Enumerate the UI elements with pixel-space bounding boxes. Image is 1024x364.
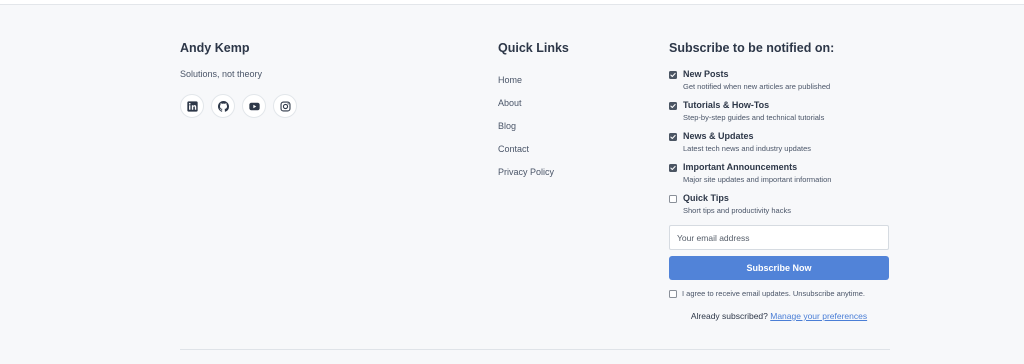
option-label: News & Updates [683,131,754,141]
email-field[interactable] [669,225,889,250]
quick-tips-checkbox[interactable] [669,195,677,203]
option-description: Step-by-step guides and technical tutori… [683,113,825,122]
list-item: Privacy Policy [498,162,648,185]
new-posts-checkbox[interactable] [669,71,677,79]
option-description: Latest tech news and industry updates [683,144,811,153]
brand-name: Andy Kemp [180,41,250,55]
quick-links-list: Home About Blog Contact Privacy Policy [498,70,648,185]
quick-links-title: Quick Links [498,41,569,55]
subscribe-button[interactable]: Subscribe Now [669,256,889,280]
already-subscribed: Already subscribed? Manage your preferen… [669,311,889,321]
option-label: Important Announcements [683,162,798,172]
consent-text: I agree to receive email updates. Unsubs… [682,289,866,298]
subscription-options: New Posts Get notified when new articles… [669,69,889,224]
github-link[interactable] [211,94,235,118]
option-announcements: Important Announcements Major site updat… [669,162,889,193]
checkmark-icon [670,72,676,78]
checkmark-icon [670,103,676,109]
already-subscribed-text: Already subscribed? [690,311,768,321]
consent-checkbox[interactable] [669,290,677,298]
about-link[interactable]: About [498,98,522,108]
checkmark-icon [670,165,676,171]
option-new-posts: New Posts Get notified when new articles… [669,69,889,100]
linkedin-icon [186,100,198,112]
blog-link[interactable]: Blog [498,121,516,131]
privacy-policy-link[interactable]: Privacy Policy [498,167,554,177]
option-tutorials: Tutorials & How-Tos Step-by-step guides … [669,100,889,131]
option-description: Get notified when new articles are publi… [683,82,831,91]
option-news-updates: News & Updates Latest tech news and indu… [669,131,889,162]
option-label: Tutorials & How-Tos [683,100,770,110]
list-item: About [498,93,648,116]
brand-tagline: Solutions, not theory [180,69,263,79]
home-link[interactable]: Home [498,75,522,85]
linkedin-link[interactable] [180,94,204,118]
list-item: Blog [498,116,648,139]
youtube-icon [248,102,260,110]
news-updates-checkbox[interactable] [669,133,677,141]
social-links [180,94,430,118]
youtube-link[interactable] [242,94,266,118]
contact-link[interactable]: Contact [498,144,529,154]
instagram-icon [279,100,291,112]
list-item: Home [498,70,648,93]
footer-divider [180,349,890,350]
subscribe-title: Subscribe to be notified on: [669,41,835,55]
subscribe-section: Subscribe to be notified on: New Posts G… [669,41,889,224]
manage-preferences-link[interactable]: Manage your preferences [770,311,867,321]
consent-row: I agree to receive email updates. Unsubs… [669,289,891,299]
checkmark-icon [670,134,676,140]
option-label: New Posts [683,69,729,79]
tutorials-checkbox[interactable] [669,102,677,110]
option-quick-tips: Quick Tips Short tips and productivity h… [669,193,889,224]
option-label: Quick Tips [683,193,729,203]
github-icon [217,100,229,112]
quick-links: Quick Links Home About Blog Contact Priv… [498,41,648,185]
instagram-link[interactable] [273,94,297,118]
option-description: Major site updates and important informa… [683,175,832,184]
footer-brand: Andy Kemp Solutions, not theory [180,41,430,118]
announcements-checkbox[interactable] [669,164,677,172]
list-item: Contact [498,139,648,162]
page-top-border [0,0,1024,5]
option-description: Short tips and productivity hacks [683,206,791,215]
